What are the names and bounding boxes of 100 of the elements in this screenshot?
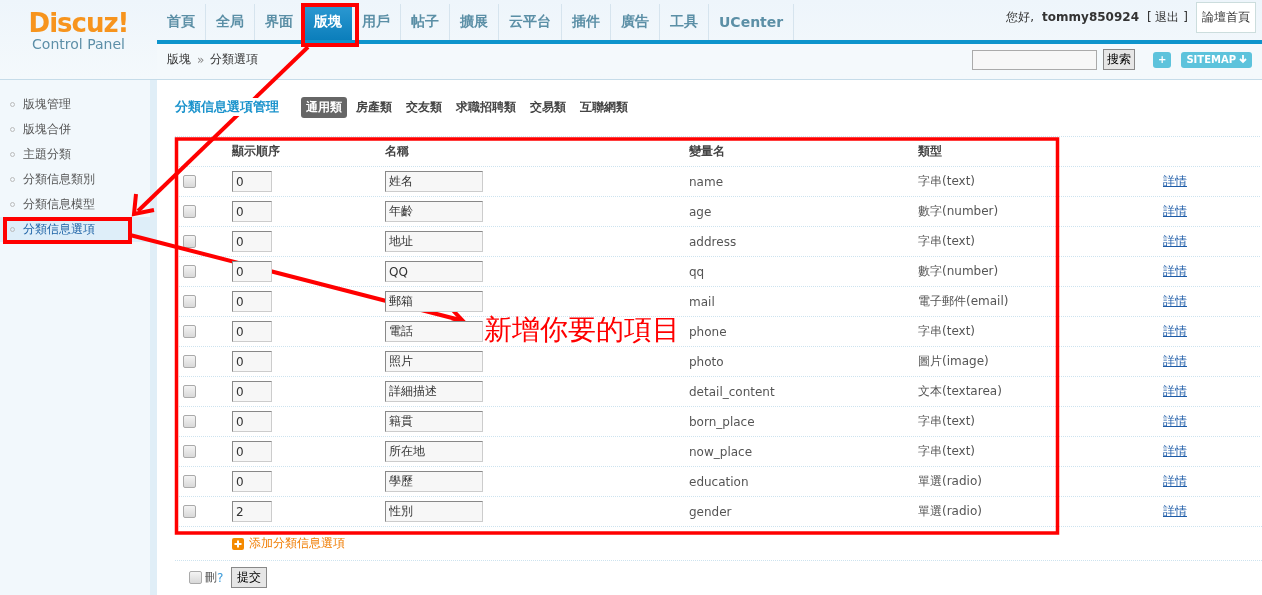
row-checkbox[interactable] bbox=[183, 295, 196, 308]
order-field[interactable]: 0 bbox=[232, 171, 272, 192]
order-field[interactable]: 0 bbox=[232, 261, 272, 282]
field-type: 數字(number) bbox=[918, 203, 1000, 220]
order-field[interactable]: 0 bbox=[232, 351, 272, 372]
variable-name: phone bbox=[689, 324, 728, 339]
field-type: 單選(radio) bbox=[918, 503, 983, 520]
order-field[interactable]: 0 bbox=[232, 471, 272, 492]
annotation-text: 新增你要的項目 bbox=[484, 313, 680, 347]
details-link[interactable]: 詳情 bbox=[1163, 414, 1187, 428]
row-checkbox[interactable] bbox=[183, 415, 196, 428]
row-checkbox[interactable] bbox=[183, 385, 196, 398]
order-field[interactable]: 0 bbox=[232, 441, 272, 462]
submit-button[interactable]: 提交 bbox=[231, 567, 268, 588]
field-type: 圖片(image) bbox=[918, 353, 990, 370]
details-link[interactable]: 詳情 bbox=[1163, 504, 1187, 518]
variable-name: qq bbox=[689, 264, 706, 279]
sidebar-item[interactable]: 主題分類 bbox=[0, 142, 148, 167]
variable-name: mail bbox=[689, 294, 716, 309]
name-field[interactable]: 照片 bbox=[385, 351, 483, 372]
name-field[interactable]: 詳細描述 bbox=[385, 381, 483, 402]
name-field[interactable]: 姓名 bbox=[385, 171, 483, 192]
category-tab[interactable]: 通用類 bbox=[301, 96, 347, 118]
name-field[interactable]: 地址 bbox=[385, 231, 483, 252]
name-field[interactable]: 學歷 bbox=[385, 471, 483, 492]
logo-wordmark: Discuz! bbox=[28, 10, 129, 36]
name-field[interactable]: 郵箱 bbox=[385, 291, 483, 312]
row-checkbox[interactable] bbox=[183, 205, 196, 218]
search-field[interactable] bbox=[972, 49, 1097, 70]
highlight-frame bbox=[301, 3, 359, 47]
search-button[interactable]: 搜索 bbox=[1103, 49, 1135, 70]
category-tab[interactable]: 互聯網類 bbox=[575, 96, 633, 118]
sidebar-item[interactable]: 版塊合併 bbox=[0, 117, 148, 142]
section-title: 分類信息選項管理 bbox=[175, 98, 279, 116]
details-link[interactable]: 詳情 bbox=[1163, 204, 1187, 218]
details-link[interactable]: 詳情 bbox=[1163, 384, 1187, 398]
field-type: 字串(text) bbox=[918, 413, 977, 430]
variable-name: address bbox=[689, 234, 738, 249]
row-checkbox[interactable] bbox=[183, 265, 196, 278]
category-tab[interactable]: 交友類 bbox=[401, 96, 447, 118]
column-header: 顯示順序 bbox=[232, 143, 281, 160]
order-field[interactable]: 0 bbox=[232, 321, 272, 342]
delete-checkbox[interactable] bbox=[189, 571, 202, 584]
variable-name: now_place bbox=[689, 444, 754, 459]
breadcrumb-separator: » bbox=[197, 52, 205, 67]
name-field[interactable]: 年齡 bbox=[385, 201, 483, 222]
category-tab[interactable]: 房產類 bbox=[351, 96, 397, 118]
field-type: 電子郵件(email) bbox=[918, 293, 1010, 310]
sidebar-item[interactable]: 分類信息模型 bbox=[0, 192, 148, 217]
column-header: 類型 bbox=[918, 143, 943, 160]
field-type: 數字(number) bbox=[918, 263, 1000, 280]
row-checkbox[interactable] bbox=[183, 175, 196, 188]
variable-name: photo bbox=[689, 354, 725, 369]
variable-name: name bbox=[689, 174, 725, 189]
details-link[interactable]: 詳情 bbox=[1163, 354, 1187, 368]
down-arrow-icon bbox=[1239, 55, 1247, 64]
details-link[interactable]: 詳情 bbox=[1163, 474, 1187, 488]
logout-link[interactable]: [ 退出 ] bbox=[1147, 8, 1188, 26]
row-checkbox[interactable] bbox=[183, 235, 196, 248]
details-link[interactable]: 詳情 bbox=[1163, 444, 1187, 458]
username: tommy850924 bbox=[1042, 10, 1139, 24]
row-checkbox[interactable] bbox=[183, 325, 196, 338]
name-field[interactable]: QQ bbox=[385, 261, 483, 282]
category-tab[interactable]: 求職招聘類 bbox=[451, 96, 521, 118]
field-type: 字串(text) bbox=[918, 443, 977, 460]
row-checkbox[interactable] bbox=[183, 355, 196, 368]
variable-name: detail_content bbox=[689, 384, 776, 399]
order-field[interactable]: 0 bbox=[232, 411, 272, 432]
name-field[interactable]: 電話 bbox=[385, 321, 483, 342]
order-field[interactable]: 2 bbox=[232, 501, 272, 522]
name-field[interactable]: 所在地 bbox=[385, 441, 483, 462]
details-link[interactable]: 詳情 bbox=[1163, 294, 1187, 308]
category-tab[interactable]: 交易類 bbox=[525, 96, 571, 118]
row-checkbox[interactable] bbox=[183, 505, 196, 518]
field-type: 字串(text) bbox=[918, 173, 977, 190]
details-link[interactable]: 詳情 bbox=[1163, 174, 1187, 188]
field-type: 字串(text) bbox=[918, 323, 977, 340]
variable-name: age bbox=[689, 204, 713, 219]
delete-label: 刪 bbox=[205, 569, 217, 586]
details-link[interactable]: 詳情 bbox=[1163, 234, 1187, 248]
row-checkbox[interactable] bbox=[183, 445, 196, 458]
row-checkbox[interactable] bbox=[183, 475, 196, 488]
sidebar-item[interactable]: 版塊管理 bbox=[0, 92, 148, 117]
order-field[interactable]: 0 bbox=[232, 201, 272, 222]
breadcrumb-item[interactable]: 版塊 bbox=[167, 51, 191, 68]
order-field[interactable]: 0 bbox=[232, 231, 272, 252]
field-type: 單選(radio) bbox=[918, 473, 983, 490]
name-field[interactable]: 性別 bbox=[385, 501, 483, 522]
forum-home-button[interactable]: 論壇首頁 bbox=[1196, 1, 1256, 33]
variable-name: born_place bbox=[689, 414, 756, 429]
name-field[interactable]: 籍貫 bbox=[385, 411, 483, 432]
details-link[interactable]: 詳情 bbox=[1163, 264, 1187, 278]
sidebar-item[interactable]: 分類信息類別 bbox=[0, 167, 148, 192]
order-field[interactable]: 0 bbox=[232, 291, 272, 312]
details-link[interactable]: 詳情 bbox=[1163, 324, 1187, 338]
field-type: 字串(text) bbox=[918, 233, 977, 250]
order-field[interactable]: 0 bbox=[232, 381, 272, 402]
breadcrumb-item: 分類選項 bbox=[210, 51, 259, 68]
variable-name: gender bbox=[689, 504, 733, 519]
field-type: 文本(textarea) bbox=[918, 383, 1003, 400]
